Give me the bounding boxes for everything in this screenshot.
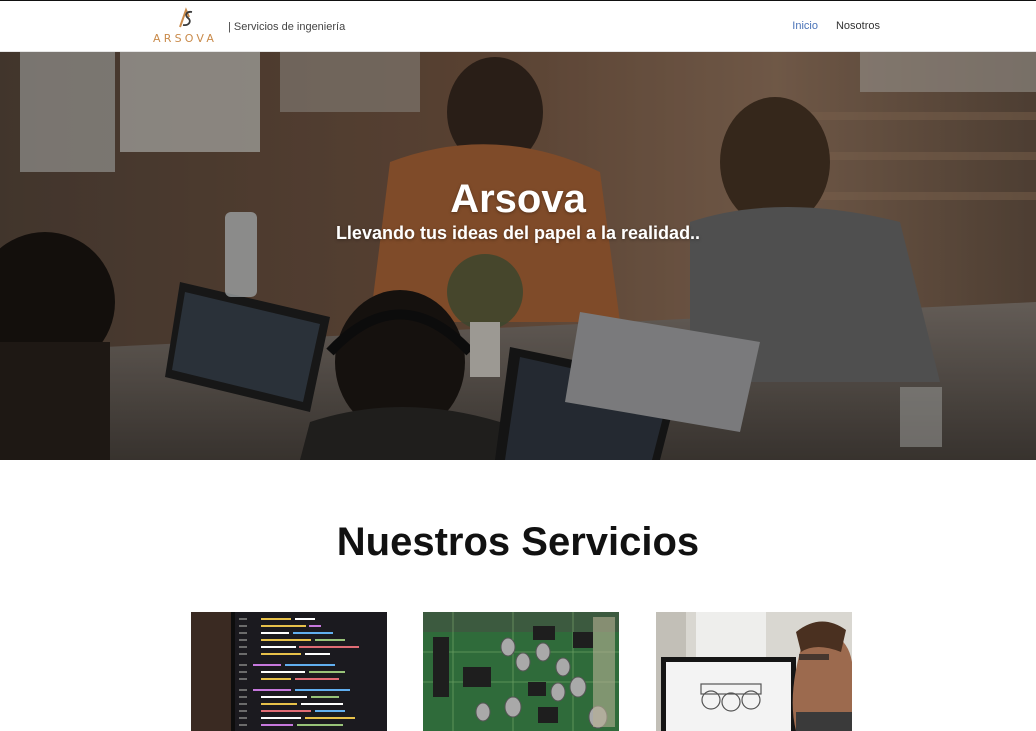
hero-subtitle: Llevando tus ideas del papel a la realid… <box>335 223 701 243</box>
hero-title: Arsova <box>450 177 586 221</box>
hero-text: Arsova Llevando tus ideas del papel a la… <box>0 177 1036 245</box>
arsova-logo: ARSOVA <box>152 7 220 47</box>
nav-link-nosotros[interactable]: Nosotros <box>836 20 880 32</box>
hero-background-image <box>0 52 1036 460</box>
navbar: ARSOVA | Servicios de ingeniería Inicio … <box>0 0 1036 52</box>
circuit-board-image <box>423 612 619 731</box>
code-on-screen-image <box>191 612 387 731</box>
hero-banner: Arsova Llevando tus ideas del papel a la… <box>0 52 1036 460</box>
logo-mark-icon <box>179 7 193 28</box>
services-title: Nuestros Servicios <box>336 520 700 564</box>
cad-workstation-image <box>656 612 852 731</box>
service-card-electronics[interactable] <box>423 612 619 731</box>
services-cards <box>0 612 1036 731</box>
brand-link[interactable]: ARSOVA | Servicios de ingeniería <box>152 7 345 47</box>
nav-link-inicio[interactable]: Inicio <box>792 20 818 32</box>
logo-wordmark: ARSOVA <box>153 32 218 45</box>
service-card-code[interactable] <box>191 612 387 731</box>
main-nav: Inicio Nosotros <box>792 20 880 32</box>
service-card-cad[interactable] <box>656 612 852 731</box>
brand-tagline: | Servicios de ingeniería <box>228 21 346 33</box>
